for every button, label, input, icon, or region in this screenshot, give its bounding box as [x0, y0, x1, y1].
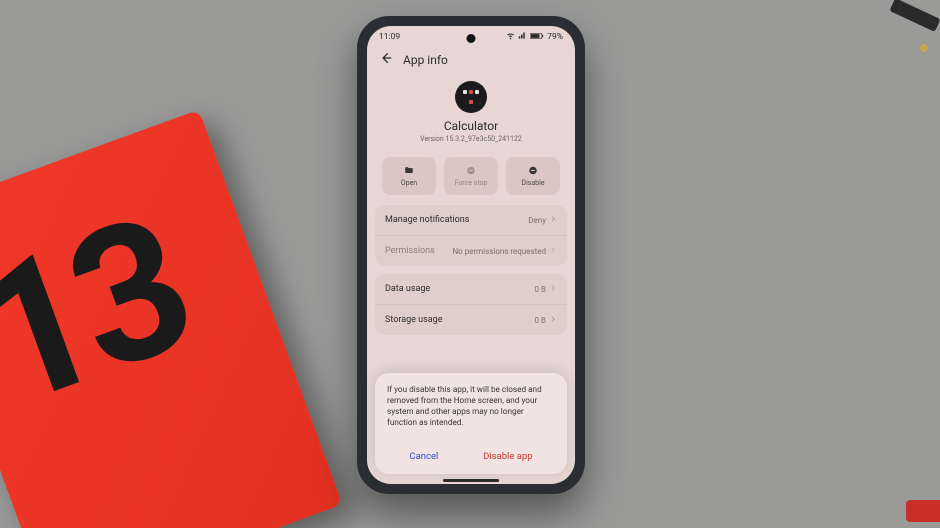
product-box: 13 — [0, 110, 342, 528]
phone-device: 11:09 79% App info — [357, 16, 585, 494]
watermark-tab — [906, 500, 940, 522]
box-number: 13 — [0, 175, 211, 451]
corner-object — [870, 0, 940, 70]
disable-app-button[interactable]: Disable app — [477, 447, 539, 466]
confirm-dialog: If you disable this app, it will be clos… — [375, 373, 567, 474]
home-indicator[interactable] — [443, 479, 499, 482]
dialog-message: If you disable this app, it will be clos… — [387, 385, 555, 429]
phone-screen: 11:09 79% App info — [367, 26, 575, 484]
front-camera — [467, 34, 476, 43]
cancel-button[interactable]: Cancel — [403, 447, 444, 466]
